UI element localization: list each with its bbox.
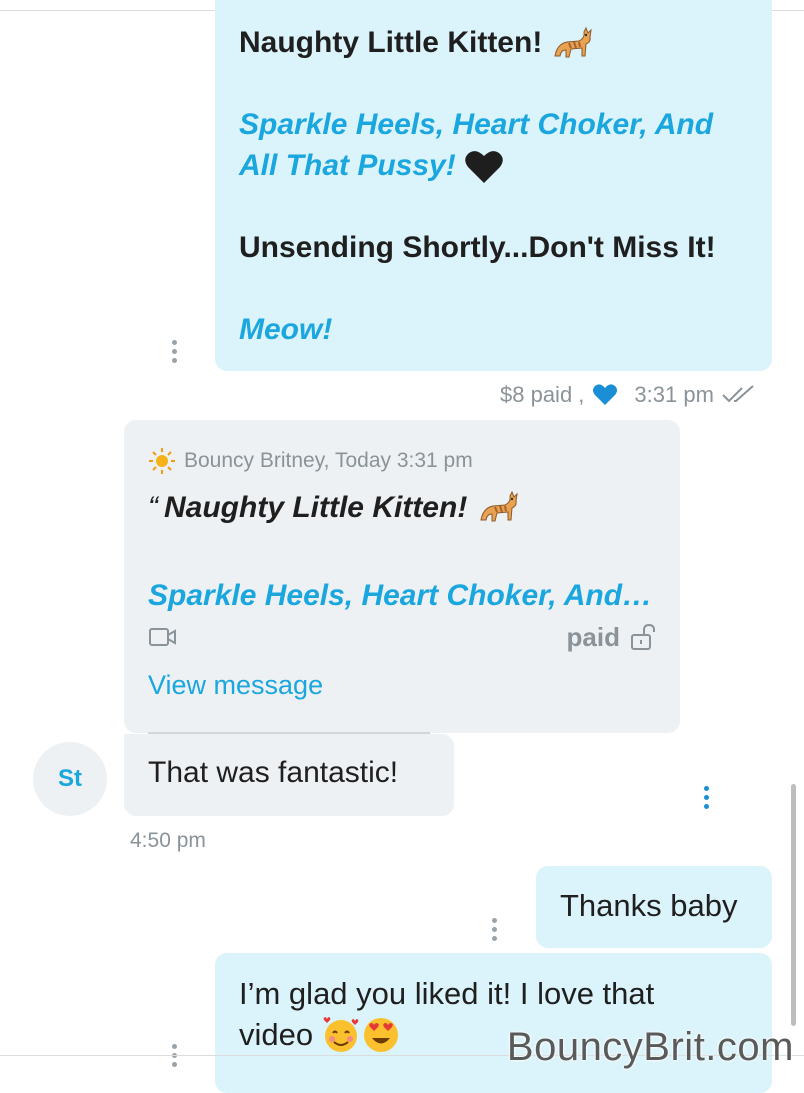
view-message-link[interactable]: View message bbox=[148, 670, 656, 701]
cat-emoji bbox=[554, 26, 592, 58]
quoted-message-card[interactable]: Bouncy Britney, Today 3:31 pm “ Naughty … bbox=[124, 420, 680, 733]
quote-sender: Bouncy Britney, Today 3:31 pm bbox=[184, 449, 473, 472]
double-check-icon bbox=[722, 385, 754, 403]
message-options-icon[interactable] bbox=[172, 340, 178, 367]
paid-status: paid bbox=[567, 622, 656, 653]
outgoing-message-bubble[interactable]: I’m glad you liked it! I love that video bbox=[215, 953, 772, 1093]
message-line: Meow! bbox=[239, 313, 333, 346]
liked-heart-icon[interactable] bbox=[592, 383, 618, 407]
black-heart-emoji bbox=[465, 151, 503, 184]
sun-emoji bbox=[149, 448, 175, 474]
cat-emoji bbox=[480, 490, 519, 522]
message-meta: $8 paid , 3:31 pm bbox=[500, 382, 756, 408]
message-line: Unsending Shortly...Don't Miss It! bbox=[239, 231, 716, 264]
avatar[interactable]: St bbox=[33, 742, 107, 816]
message-line: All That Pussy! bbox=[239, 145, 748, 186]
message-options-icon[interactable] bbox=[492, 918, 498, 945]
quote-preview: Sparkle Heels, Heart Choker, And… bbox=[148, 579, 653, 612]
smiling-face-with-hearts-emoji bbox=[323, 1016, 359, 1052]
quote-title: “ Naughty Little Kitten! bbox=[148, 488, 656, 528]
scrollbar[interactable] bbox=[791, 784, 796, 1026]
message-line: Sparkle Heels, Heart Choker, And bbox=[239, 108, 714, 141]
outgoing-message-bubble[interactable]: Naughty Little Kitten! Sparkle Heels, He… bbox=[215, 0, 772, 371]
message-time: 3:31 pm bbox=[634, 382, 714, 407]
message-line: I’m glad you liked it! I love that bbox=[239, 976, 655, 1011]
message-line: Naughty Little Kitten! bbox=[239, 22, 748, 63]
heart-eyes-emoji bbox=[364, 1017, 399, 1052]
price-label: $8 paid , bbox=[500, 382, 585, 407]
watermark: BouncyBrit.com bbox=[506, 1025, 794, 1069]
incoming-message-bubble[interactable]: That was fantastic! bbox=[124, 734, 454, 816]
outgoing-message-bubble[interactable]: Thanks baby bbox=[536, 866, 772, 948]
message-options-icon[interactable] bbox=[172, 1044, 178, 1071]
message-options-icon[interactable] bbox=[704, 786, 710, 813]
video-icon bbox=[149, 628, 176, 646]
unlock-icon bbox=[631, 623, 655, 650]
quote-header: Bouncy Britney, Today 3:31 pm bbox=[148, 448, 656, 474]
message-time: 4:50 pm bbox=[130, 829, 206, 852]
